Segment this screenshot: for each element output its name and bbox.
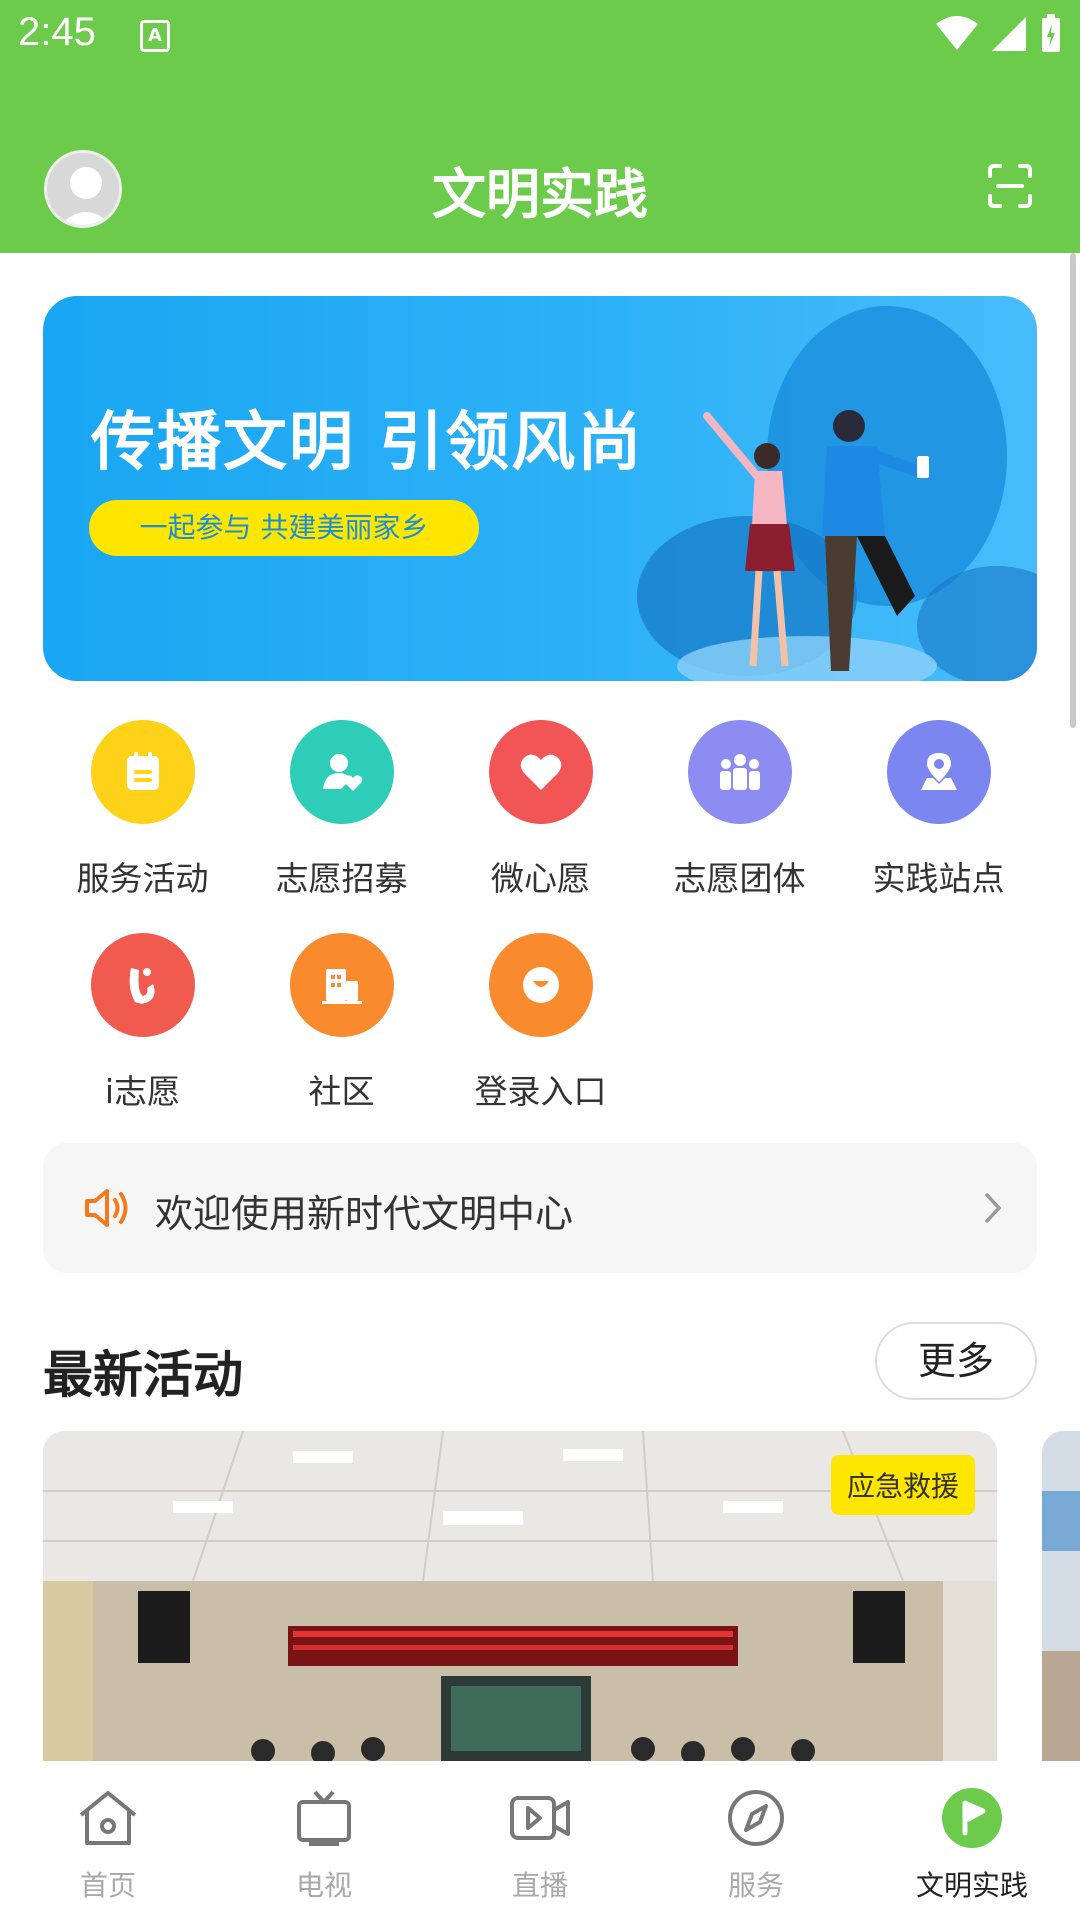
tv-icon [297,1790,351,1846]
grid-item-practice-site[interactable]: 实践站点 [839,720,1038,900]
grid-item-volunteer-group[interactable]: 志愿团体 [640,720,839,900]
banner-illustration [637,306,1037,681]
nav-item-home[interactable]: 首页 [0,1782,216,1904]
nav-item-live[interactable]: 直播 [432,1782,648,1904]
scrollbar[interactable] [1070,253,1076,728]
banner-tagline: 一起参与 共建美丽家乡 [89,500,479,556]
nav-label: 电视 [295,1869,352,1902]
notification-a-icon: A [140,20,170,52]
wifi-icon [936,16,978,50]
login-icon [488,933,593,1037]
notice-text: 欢迎使用新时代文明中心 [155,1192,574,1236]
person-heart-icon [289,720,394,824]
location-pin-icon [886,720,991,824]
grid-label: 微心愿 [491,859,590,898]
home-icon [79,1791,137,1845]
activity-photo-next [1042,1431,1080,1761]
nav-item-civilization-practice[interactable]: 文明实践 [864,1782,1080,1904]
building-icon [289,933,394,1037]
grid-item-volunteer-recruit[interactable]: 志愿招募 [242,720,441,900]
grid-label: 社区 [308,1072,375,1111]
grid-item-community[interactable]: 社区 [242,933,441,1113]
flag-icon [942,1788,1002,1848]
notice-bar[interactable]: 欢迎使用新时代文明中心 [43,1143,1037,1273]
grid-item-login-entry[interactable]: 登录入口 [441,933,640,1113]
activity-card[interactable]: 应急救援 [43,1431,997,1761]
category-badge: 应急救援 [830,1455,975,1515]
nav-label: 文明实践 [915,1869,1028,1902]
activity-card-next[interactable] [1042,1431,1080,1761]
speaker-icon [85,1189,128,1227]
clipboard-icon [90,720,195,824]
grid-label: 登录入口 [474,1072,607,1111]
bottom-nav: 首页 电视 直播 服务 文明实践 [0,1762,1080,1920]
grid-label: 志愿招募 [275,859,408,898]
page-title: 文明实践 [432,163,648,226]
grid-label: i志愿 [104,1072,181,1111]
grid-label: 实践站点 [872,859,1005,898]
heart-icon [488,720,593,824]
live-video-icon [510,1796,570,1840]
grid-item-i-volunteer[interactable]: i志愿 [43,933,242,1113]
nav-label: 服务 [727,1869,784,1902]
nav-label: 首页 [79,1869,136,1902]
status-bar: 2:45 A [0,0,1080,72]
grid-label: 志愿团体 [673,859,806,898]
app-header: 2:45 A 文明实践 [0,0,1080,253]
signal-icon [992,17,1026,51]
more-button[interactable]: 更多 [875,1322,1037,1400]
grid-label: 服务活动 [76,859,209,898]
compass-icon [728,1790,784,1846]
grid-item-service-activity[interactable]: 服务活动 [43,720,242,900]
section-title-latest: 最新活动 [43,1346,243,1404]
nav-label: 直播 [511,1869,568,1902]
i-volunteer-icon [90,933,195,1037]
chevron-right-icon [985,1193,1002,1223]
battery-icon [1042,14,1060,52]
group-icon [687,720,792,824]
banner-headline: 传播文明 引领风尚 [91,406,644,480]
nav-item-tv[interactable]: 电视 [216,1782,432,1904]
scan-icon[interactable] [986,162,1034,210]
status-time: 2:45 [18,10,96,54]
nav-item-service[interactable]: 服务 [648,1782,864,1904]
promo-banner[interactable]: 传播文明 引领风尚 一起参与 共建美丽家乡 [43,296,1037,681]
grid-item-micro-wish[interactable]: 微心愿 [441,720,640,900]
system-icons [936,14,1062,54]
